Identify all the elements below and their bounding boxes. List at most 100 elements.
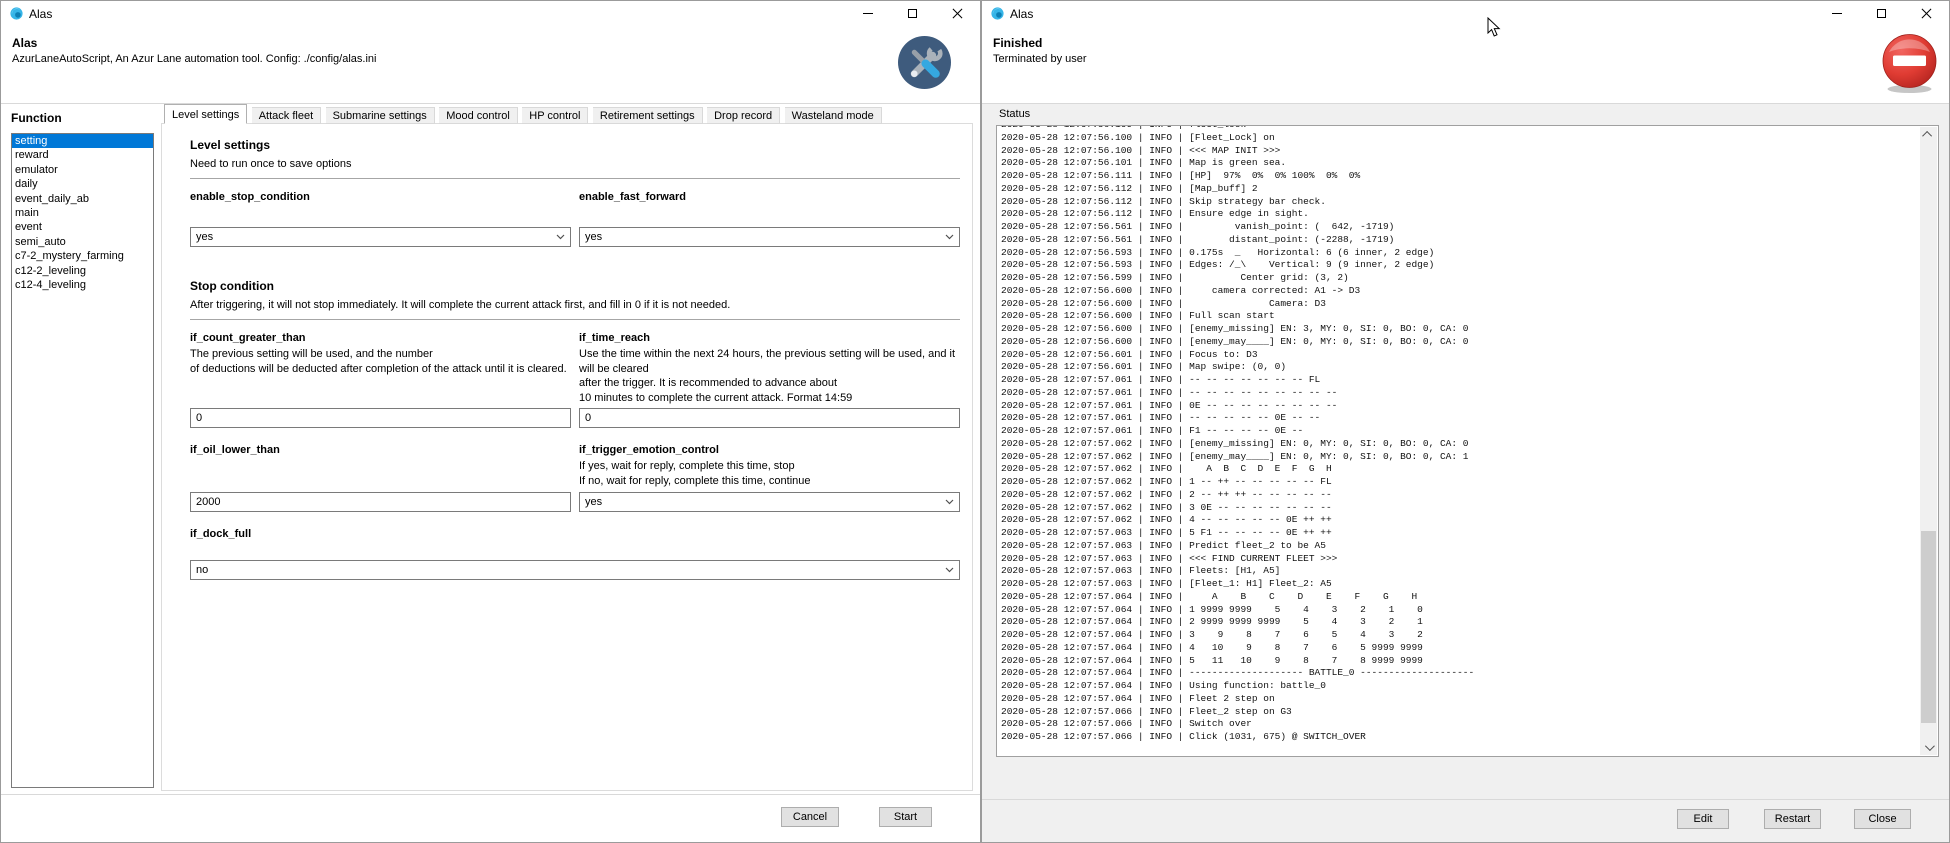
scrollbar-thumb[interactable] (1921, 531, 1936, 723)
divider (190, 319, 960, 320)
stop-sign-icon (1881, 32, 1938, 94)
function-list-item[interactable]: main (12, 206, 153, 220)
maximize-button[interactable] (1859, 1, 1904, 26)
alas-log-window: Alas Finished Terminated by user Status (981, 0, 1950, 843)
log-line: 2020-05-28 12:07:56.600 | INFO | [enemy_… (1001, 323, 1938, 336)
scroll-down-button[interactable] (1920, 740, 1937, 755)
field-if-trigger-emotion-control: if_trigger_emotion_control If yes, wait … (579, 444, 960, 512)
log-line: 2020-05-28 12:07:57.064 | INFO | -------… (1001, 667, 1938, 680)
function-list-item[interactable]: event_daily_ab (12, 192, 153, 206)
log-line: 2020-05-28 12:07:57.063 | INFO | Predict… (1001, 540, 1938, 553)
tab[interactable]: Drop record (707, 107, 780, 124)
alas-logo-icon (990, 6, 1005, 21)
field-label: enable_stop_condition (190, 191, 571, 203)
minimize-button[interactable] (1814, 1, 1859, 26)
function-list-item[interactable]: daily (12, 177, 153, 191)
field-desc: The previous setting will be used, and t… (190, 347, 571, 376)
cancel-button[interactable]: Cancel (781, 807, 839, 827)
tab-bar: Level settings Attack fleet Submarine se… (161, 104, 882, 124)
if-dock-full-select[interactable]: no (190, 560, 960, 580)
minimize-button[interactable] (845, 1, 890, 26)
window-title: Alas (1010, 7, 1033, 21)
edit-button[interactable]: Edit (1677, 809, 1729, 829)
footer-divider (982, 799, 1949, 800)
log-line: 2020-05-28 12:07:56.561 | INFO | distant… (1001, 234, 1938, 247)
function-list-item[interactable]: c7-2_mystery_farming (12, 249, 153, 263)
close-button[interactable] (935, 1, 980, 26)
function-list-item[interactable]: semi_auto (12, 235, 153, 249)
section-desc: After triggering, it will not stop immed… (190, 299, 960, 311)
log-line: 2020-05-28 12:07:56.112 | INFO | Skip st… (1001, 196, 1938, 209)
log-line: 2020-05-28 12:07:57.063 | INFO | <<< FIN… (1001, 553, 1938, 566)
log-line: 2020-05-28 12:07:57.061 | INFO | -- -- -… (1001, 387, 1938, 400)
log-box[interactable]: 2020-05-28 12:07:56.100 | INFO | fleet_l… (996, 125, 1939, 757)
divider (190, 178, 960, 179)
log-line: 2020-05-28 12:07:56.600 | INFO | camera … (1001, 285, 1938, 298)
log-line: 2020-05-28 12:07:57.063 | INFO | [Fleet_… (1001, 578, 1938, 591)
enable-fast-forward-select[interactable]: yes (579, 227, 960, 247)
tab[interactable]: Attack fleet (252, 107, 321, 124)
log-line: 2020-05-28 12:07:57.066 | INFO | Switch … (1001, 718, 1938, 731)
if-time-reach-input[interactable]: 0 (579, 408, 960, 428)
tab[interactable]: Retirement settings (593, 107, 703, 124)
log-line: 2020-05-28 12:07:57.063 | INFO | 5 F1 --… (1001, 527, 1938, 540)
function-list-item[interactable]: setting (12, 134, 153, 148)
log-line: 2020-05-28 12:07:57.066 | INFO | Fleet_2… (1001, 706, 1938, 719)
function-list[interactable]: setting reward emulator daily event_dail… (11, 133, 154, 788)
maximize-button[interactable] (890, 1, 935, 26)
log-line: 2020-05-28 12:07:56.600 | INFO | Camera:… (1001, 298, 1938, 311)
log-line: 2020-05-28 12:07:56.601 | INFO | Focus t… (1001, 349, 1938, 362)
field-label: if_trigger_emotion_control (579, 444, 960, 456)
log-line: 2020-05-28 12:07:57.062 | INFO | A B C D… (1001, 463, 1938, 476)
function-list-item[interactable]: reward (12, 148, 153, 162)
tab[interactable]: Wasteland mode (785, 107, 882, 124)
status-panel: Status 2020-05-28 12:07:56.100 | INFO | … (982, 104, 1949, 842)
status-subtitle: Terminated by user (993, 53, 1087, 65)
tab[interactable]: HP control (522, 107, 588, 124)
log-line: 2020-05-28 12:07:57.064 | INFO | 3 9 8 7… (1001, 629, 1938, 642)
titlebar[interactable]: Alas (1, 1, 980, 26)
scroll-up-button[interactable] (1920, 127, 1937, 142)
log-line: 2020-05-28 12:07:56.601 | INFO | Map swi… (1001, 361, 1938, 374)
field-enable-stop-condition: enable_stop_condition yes (190, 191, 571, 247)
close-dialog-button[interactable]: Close (1854, 809, 1911, 829)
close-icon (952, 8, 963, 19)
page-title: Alas (12, 36, 37, 50)
tab[interactable]: Level settings (164, 104, 247, 124)
titlebar[interactable]: Alas (982, 1, 1949, 26)
start-button[interactable]: Start (879, 807, 932, 827)
field-label: if_count_greater_than (190, 332, 571, 344)
chevron-up-icon (1922, 131, 1932, 141)
restart-button[interactable]: Restart (1764, 809, 1821, 829)
log-line: 2020-05-28 12:07:57.061 | INFO | -- -- -… (1001, 412, 1938, 425)
if-count-greater-than-input[interactable]: 0 (190, 408, 571, 428)
close-button[interactable] (1904, 1, 1949, 26)
function-list-item[interactable]: emulator (12, 163, 153, 177)
log-line: 2020-05-28 12:07:57.064 | INFO | 1 9999 … (1001, 604, 1938, 617)
field-if-count-greater-than: if_count_greater_than The previous setti… (190, 332, 571, 428)
function-panel-title: Function (11, 111, 62, 125)
log-line: 2020-05-28 12:07:57.064 | INFO | A B C D… (1001, 591, 1938, 604)
function-list-item[interactable]: event (12, 220, 153, 234)
function-list-item[interactable]: c12-4_leveling (12, 278, 153, 292)
level-settings-pane: Level settings Need to run once to save … (161, 123, 973, 791)
if-trigger-emotion-control-select[interactable]: yes (579, 492, 960, 512)
log-line: 2020-05-28 12:07:57.062 | INFO | 3 0E --… (1001, 502, 1938, 515)
chevron-down-icon (1925, 741, 1935, 751)
log-line: 2020-05-28 12:07:57.062 | INFO | 1 -- ++… (1001, 476, 1938, 489)
log-line: 2020-05-28 12:07:56.112 | INFO | Ensure … (1001, 208, 1938, 221)
log-line: 2020-05-28 12:07:57.064 | INFO | 2 9999 … (1001, 616, 1938, 629)
chevron-down-icon (945, 567, 954, 573)
enable-stop-condition-select[interactable]: yes (190, 227, 571, 247)
log-scrollbar[interactable] (1920, 127, 1937, 755)
function-list-item[interactable]: c12-2_leveling (12, 264, 153, 278)
select-value: no (196, 564, 208, 576)
tab[interactable]: Mood control (439, 107, 518, 124)
log-line: 2020-05-28 12:07:57.061 | INFO | 0E -- -… (1001, 400, 1938, 413)
log-line: 2020-05-28 12:07:56.593 | INFO | Edges: … (1001, 259, 1938, 272)
mouse-cursor (1487, 17, 1501, 38)
tab[interactable]: Submarine settings (326, 107, 435, 124)
if-oil-lower-than-input[interactable]: 2000 (190, 492, 571, 512)
status-panel-label: Status (999, 108, 1030, 120)
page-subtitle: AzurLaneAutoScript, An Azur Lane automat… (12, 53, 376, 65)
